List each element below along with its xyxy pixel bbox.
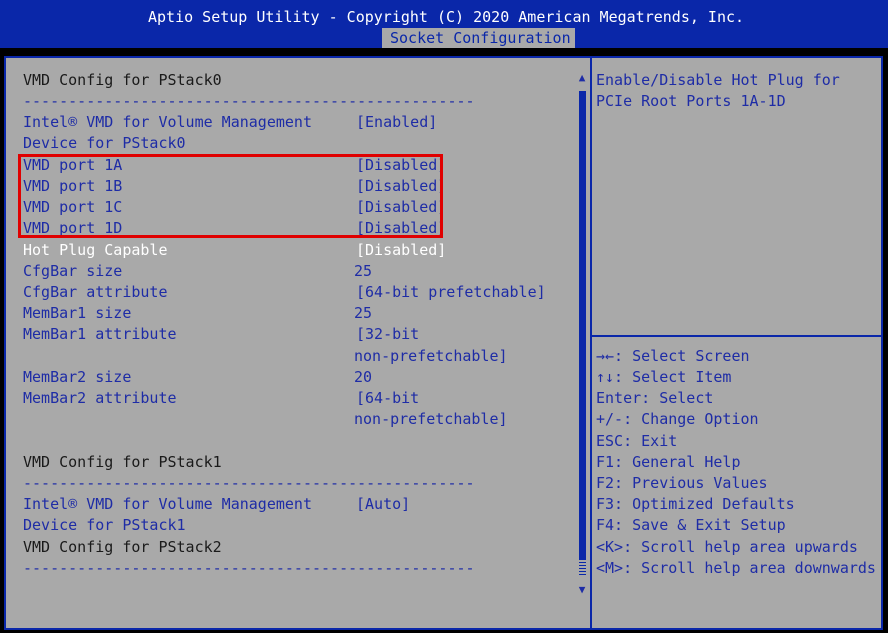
cfgbar-attribute-label[interactable]: CfgBar attribute bbox=[23, 282, 168, 303]
scroll-down-icon[interactable]: ▼ bbox=[577, 584, 587, 595]
key-exit: ESC: Exit bbox=[596, 432, 678, 450]
vmd-volume-mgmt-label[interactable]: Intel® VMD for Volume Management bbox=[23, 112, 312, 133]
key-save-exit: F4: Save & Exit Setup bbox=[596, 516, 786, 534]
scrollbar-thumb[interactable] bbox=[579, 91, 586, 559]
separator: ----------------------------------------… bbox=[23, 474, 475, 492]
help-divider bbox=[592, 335, 883, 337]
key-enter-select: Enter: Select bbox=[596, 389, 714, 407]
tab-socket-configuration[interactable]: Socket Configuration bbox=[382, 28, 575, 48]
membar1-size-label[interactable]: MemBar1 size bbox=[23, 303, 131, 324]
help-text-line2: PCIe Root Ports 1A-1D bbox=[596, 92, 786, 110]
membar2-attribute-label[interactable]: MemBar2 attribute bbox=[23, 388, 177, 409]
membar2-attribute-value[interactable]: [64-bit bbox=[356, 388, 419, 409]
separator: ----------------------------------------… bbox=[23, 559, 475, 577]
membar1-attribute-label[interactable]: MemBar1 attribute bbox=[23, 324, 177, 345]
device-pstack0-label: Device for PStack0 bbox=[23, 134, 186, 152]
key-scroll-up: <K>: Scroll help area upwards bbox=[596, 538, 858, 556]
pstack0-heading: VMD Config for PStack0 bbox=[23, 71, 222, 89]
separator: ----------------------------------------… bbox=[23, 92, 475, 110]
device-pstack1-label: Device for PStack1 bbox=[23, 516, 186, 534]
panel-divider bbox=[590, 56, 592, 630]
app-title: Aptio Setup Utility - Copyright (C) 2020… bbox=[148, 8, 745, 26]
membar2-attribute-value-cont[interactable]: non-prefetchable] bbox=[354, 409, 508, 430]
hot-plug-capable-value[interactable]: [Disabled] bbox=[356, 240, 446, 261]
key-general-help: F1: General Help bbox=[596, 453, 741, 471]
membar2-size-label[interactable]: MemBar2 size bbox=[23, 367, 131, 388]
vmd-volume-mgmt-pstack1-label[interactable]: Intel® VMD for Volume Management bbox=[23, 494, 312, 515]
key-change-option: +/-: Change Option bbox=[596, 410, 759, 428]
key-previous-values: F2: Previous Values bbox=[596, 474, 768, 492]
cfgbar-size-value[interactable]: 25 bbox=[354, 261, 372, 282]
key-optimized-defaults: F3: Optimized Defaults bbox=[596, 495, 795, 513]
hot-plug-capable-label[interactable]: Hot Plug Capable bbox=[23, 240, 168, 261]
membar1-attribute-value[interactable]: [32-bit bbox=[356, 324, 419, 345]
pstack1-heading: VMD Config for PStack1 bbox=[23, 453, 222, 471]
cfgbar-size-label[interactable]: CfgBar size bbox=[23, 261, 122, 282]
key-select-item: ↑↓: Select Item bbox=[596, 368, 732, 386]
help-text-line1: Enable/Disable Hot Plug for bbox=[596, 71, 840, 89]
pstack2-heading: VMD Config for PStack2 bbox=[23, 538, 222, 556]
highlight-box bbox=[18, 154, 443, 238]
key-select-screen: →←: Select Screen bbox=[596, 347, 750, 365]
membar1-size-value[interactable]: 25 bbox=[354, 303, 372, 324]
vmd-volume-mgmt-pstack1-value[interactable]: [Auto] bbox=[356, 494, 410, 515]
key-scroll-down: <M>: Scroll help area downwards bbox=[596, 559, 876, 577]
scroll-up-icon[interactable]: ▲ bbox=[577, 72, 587, 83]
scrollbar-grip[interactable] bbox=[579, 559, 586, 577]
membar1-attribute-value-cont[interactable]: non-prefetchable] bbox=[354, 346, 508, 367]
cfgbar-attribute-value[interactable]: [64-bit prefetchable] bbox=[356, 282, 546, 303]
membar2-size-value[interactable]: 20 bbox=[354, 367, 372, 388]
vmd-volume-mgmt-value[interactable]: [Enabled] bbox=[356, 112, 437, 133]
